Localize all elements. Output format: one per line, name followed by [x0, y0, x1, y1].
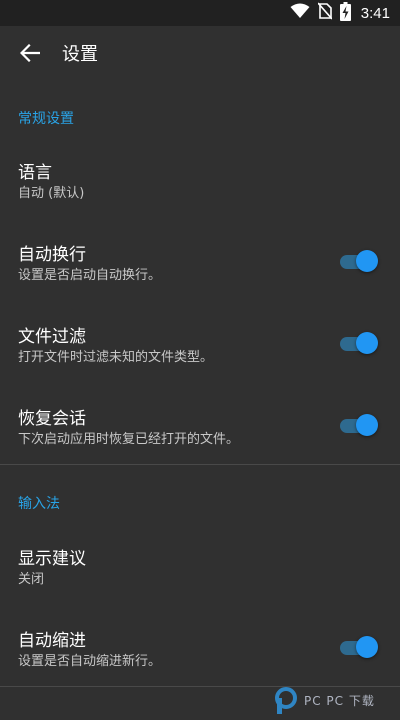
- pref-summary: 关闭: [18, 572, 45, 587]
- pref-title: 语言: [18, 163, 52, 183]
- no-sim-icon: [317, 2, 333, 24]
- switch-thumb: [356, 332, 378, 354]
- app-bar: 设置: [0, 26, 400, 84]
- pref-restore-session[interactable]: 恢复会话 下次启动应用时恢复已经打开的文件。: [0, 396, 400, 470]
- pref-show-suggestions[interactable]: 显示建议 关闭: [0, 536, 400, 610]
- watermark-text: PC PC 下载: [304, 694, 375, 708]
- pref-title: 自动缩进: [18, 631, 86, 651]
- section-header-input-method: 输入法: [18, 496, 60, 512]
- section-divider: [0, 464, 400, 465]
- pref-summary: 设置是否自动缩进新行。: [18, 654, 162, 669]
- watermark: PC PC 下载: [274, 684, 394, 718]
- pref-summary: 打开文件时过滤未知的文件类型。: [18, 350, 214, 365]
- switch-thumb: [356, 414, 378, 436]
- pref-language[interactable]: 语言 自动 (默认): [0, 150, 400, 224]
- switch-thumb: [356, 250, 378, 272]
- restore-session-switch[interactable]: [340, 414, 378, 438]
- switch-thumb: [356, 636, 378, 658]
- pref-auto-indent[interactable]: 自动缩进 设置是否自动缩进新行。: [0, 618, 400, 692]
- pref-title: 自动换行: [18, 245, 86, 265]
- word-wrap-switch[interactable]: [340, 250, 378, 274]
- wifi-icon: [290, 3, 310, 23]
- pref-title: 恢复会话: [18, 409, 86, 429]
- arrow-left-icon: [19, 43, 41, 66]
- pref-summary: 自动 (默认): [18, 186, 85, 201]
- file-filter-switch[interactable]: [340, 332, 378, 356]
- pref-file-filter[interactable]: 文件过滤 打开文件时过滤未知的文件类型。: [0, 314, 400, 388]
- page-title: 设置: [62, 44, 98, 65]
- status-bar: 3:41: [0, 0, 400, 26]
- pref-summary: 下次启动应用时恢复已经打开的文件。: [18, 432, 240, 447]
- pref-title: 文件过滤: [18, 327, 86, 347]
- pref-title: 显示建议: [18, 549, 86, 569]
- battery-charging-icon: [339, 1, 351, 25]
- auto-indent-switch[interactable]: [340, 636, 378, 660]
- status-icons: 3:41: [290, 1, 390, 25]
- back-button[interactable]: [14, 40, 46, 70]
- section-header-general: 常规设置: [18, 111, 74, 127]
- pref-summary: 设置是否启动自动换行。: [18, 268, 162, 283]
- pref-word-wrap[interactable]: 自动换行 设置是否启动自动换行。: [0, 232, 400, 306]
- status-time: 3:41: [360, 4, 390, 22]
